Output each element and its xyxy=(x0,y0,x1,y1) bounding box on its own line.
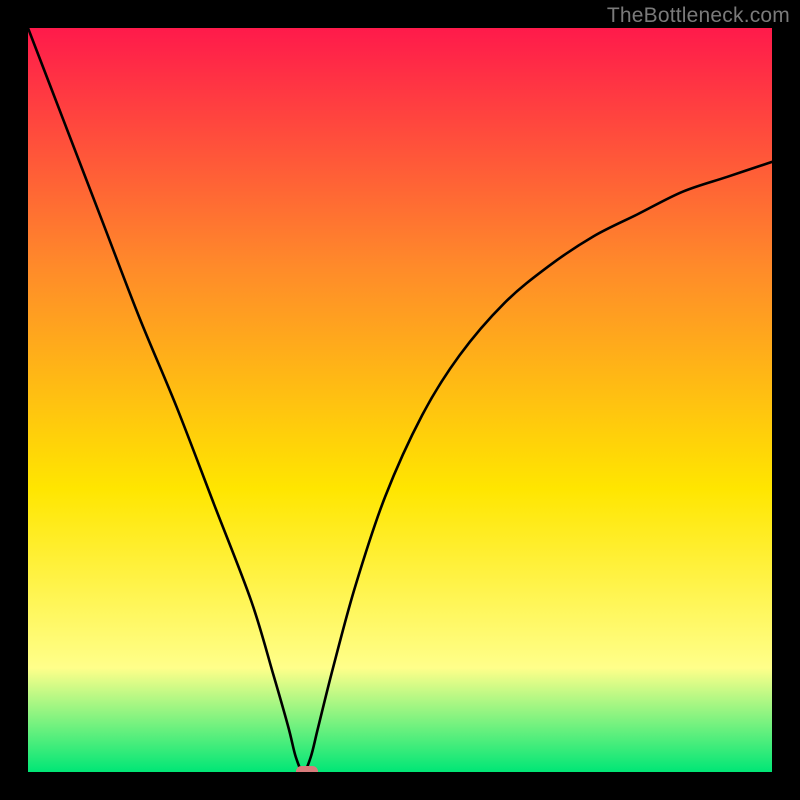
optimum-marker xyxy=(296,766,318,772)
chart-frame xyxy=(28,28,772,772)
gradient-background xyxy=(28,28,772,772)
bottleneck-chart xyxy=(28,28,772,772)
watermark-text: TheBottleneck.com xyxy=(607,4,790,28)
